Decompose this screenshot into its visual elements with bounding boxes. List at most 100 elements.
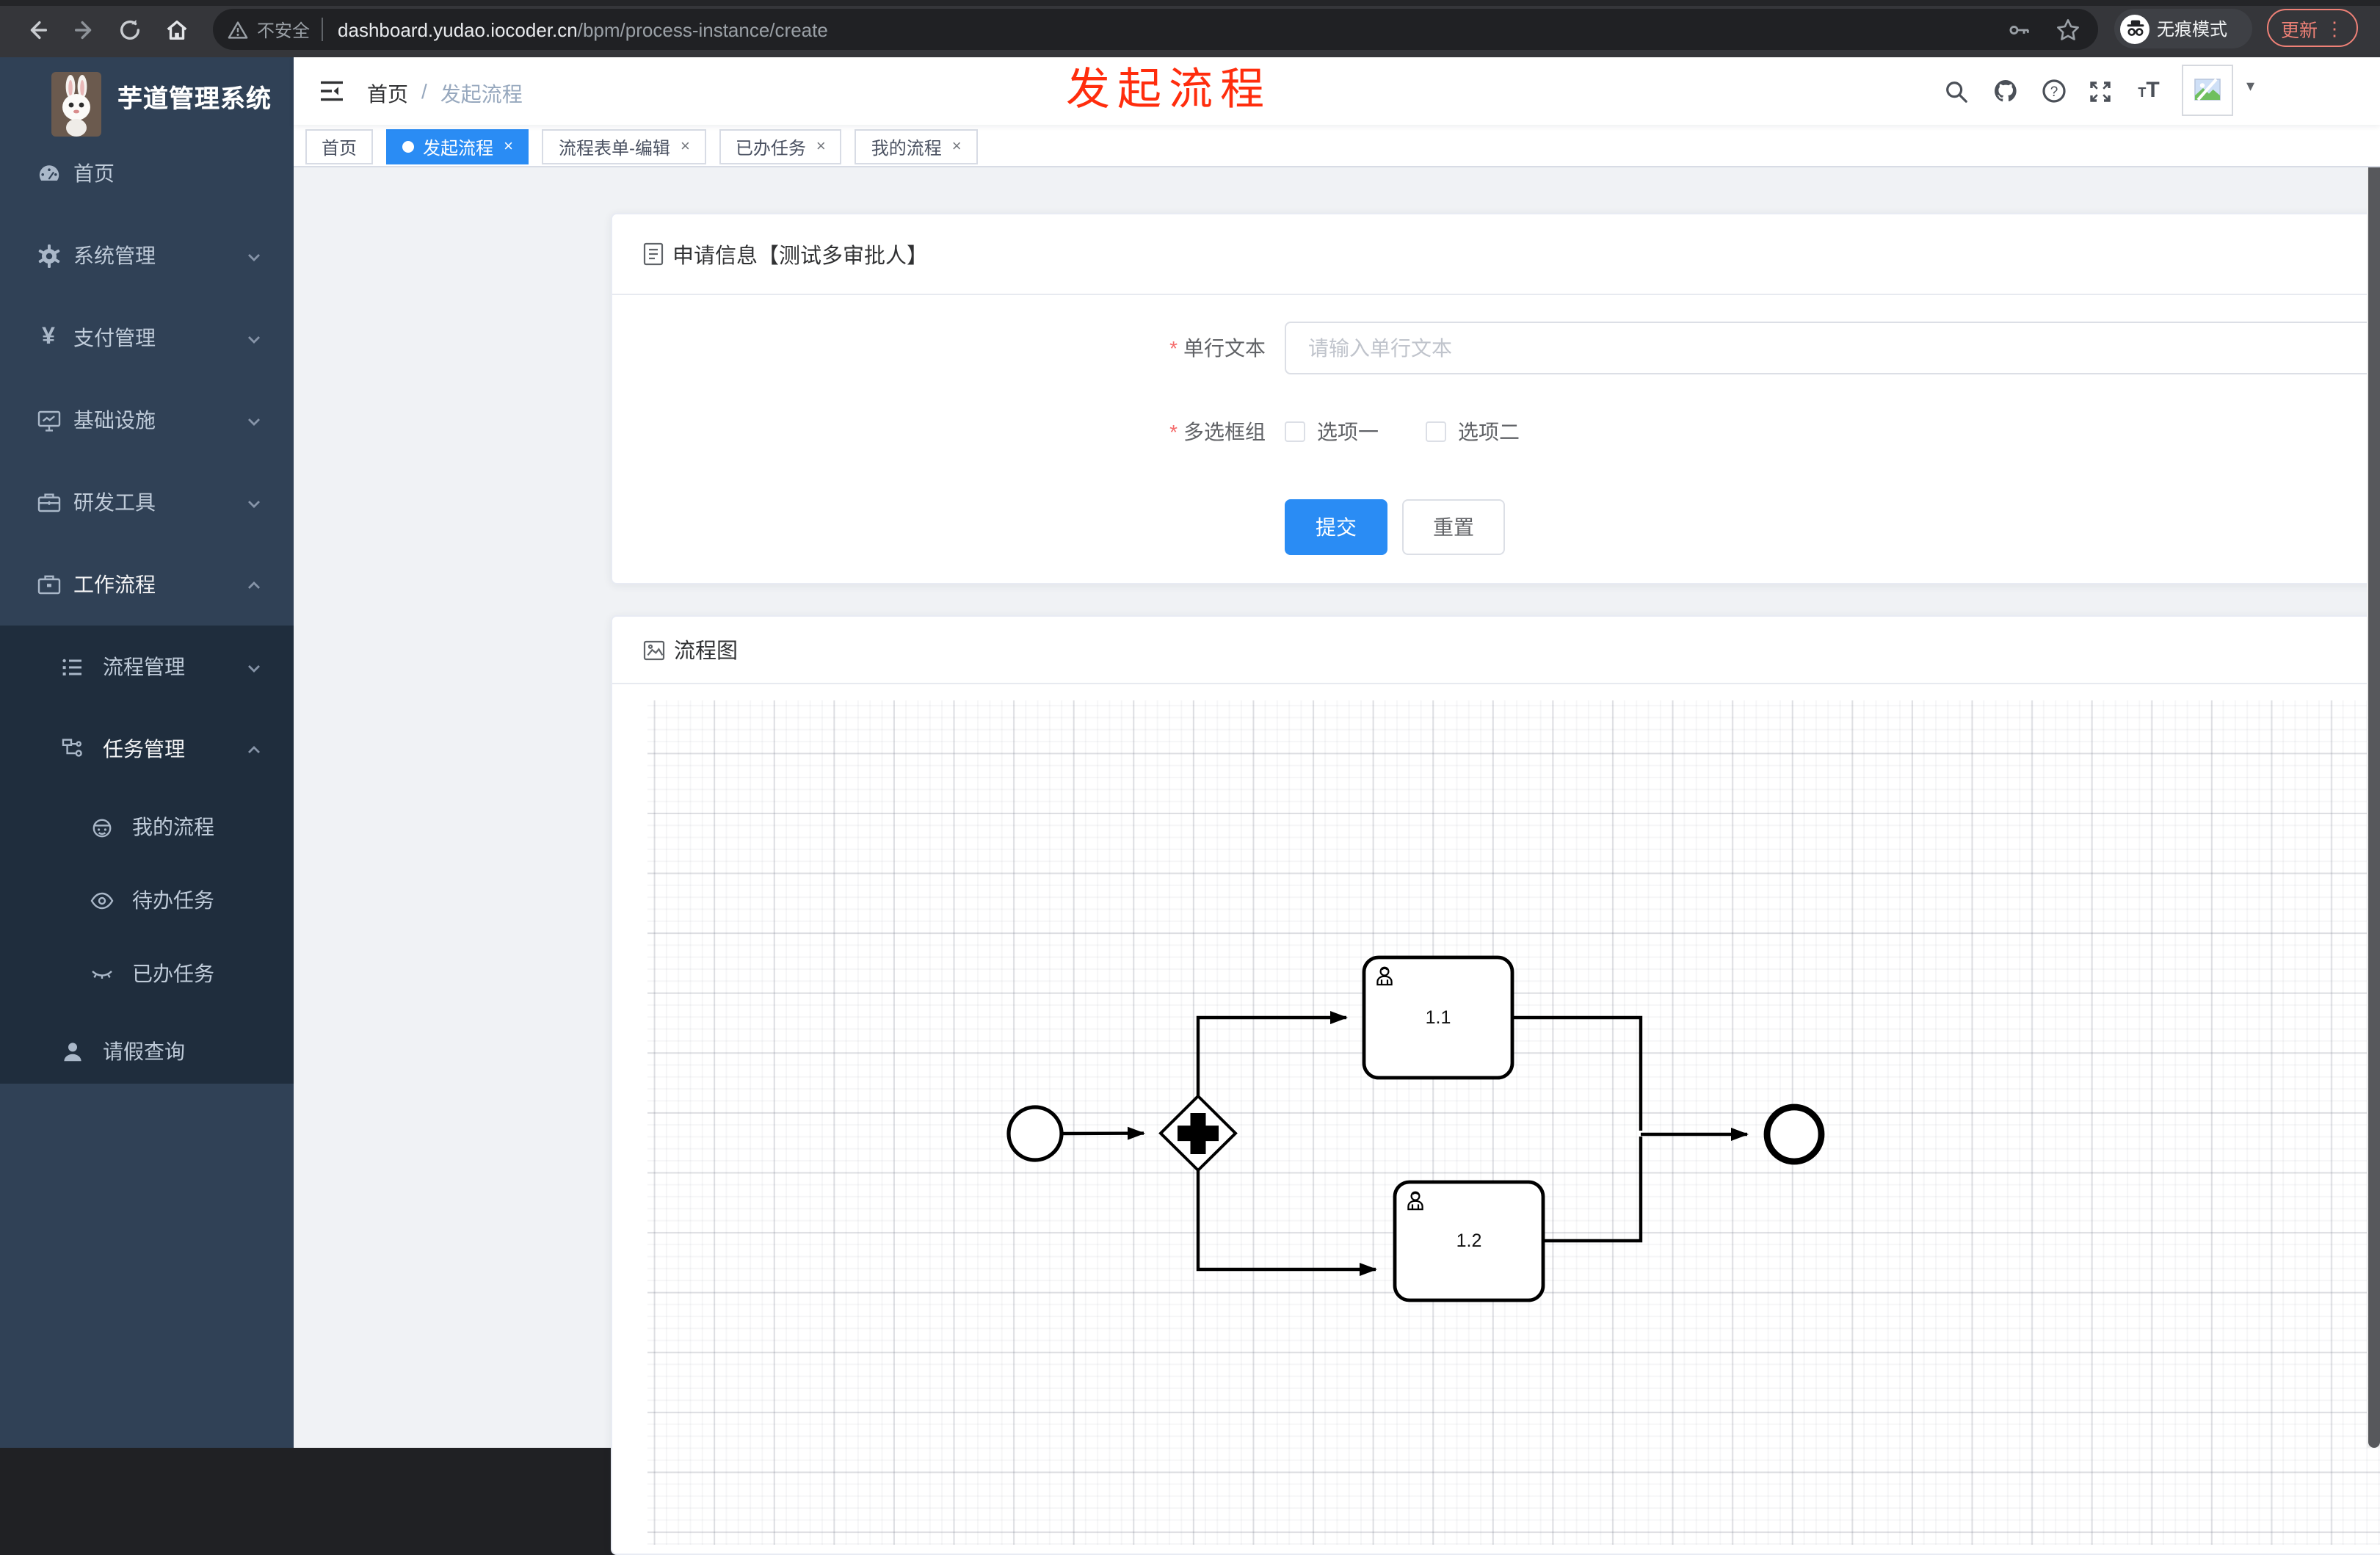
document-icon [643, 242, 664, 266]
reset-button[interactable]: 重置 [1402, 499, 1505, 555]
sidebar-item-system[interactable]: 系统管理 [0, 214, 294, 297]
sidebar-item-process-mgmt[interactable]: 流程管理 [0, 626, 294, 708]
page-title-overlay: 发起流程 [1066, 53, 1271, 117]
caret-down-icon[interactable]: ▾ [2246, 76, 2254, 95]
github-icon[interactable] [1981, 66, 2029, 116]
toolbox-icon [35, 489, 62, 515]
card-header: 流程图 [612, 617, 2380, 684]
url-bar[interactable]: 不安全 dashboard.yudao.iocoder.cn/bpm/proce… [213, 9, 2098, 50]
chevron-down-icon [245, 493, 263, 517]
single-line-text-input[interactable] [1285, 322, 2380, 374]
tab-done-tasks[interactable]: 已办任务 × [719, 129, 842, 164]
bpmn-canvas[interactable]: 1.1 1.2 [647, 700, 2380, 1545]
main-area: 首页 / 发起流程 ? TT ▾ [294, 57, 2380, 1448]
url-host[interactable]: dashboard.yudao.iocoder.cn [338, 18, 578, 40]
yen-icon: ¥ [35, 325, 62, 351]
task-label: 1.2 [1456, 1230, 1482, 1251]
incognito-badge: 无痕模式 [2114, 9, 2252, 48]
sidebar-item-label: 首页 [73, 159, 115, 188]
user-task-1-2: 1.2 [1395, 1182, 1543, 1300]
app-header: 首页 / 发起流程 ? TT ▾ [294, 57, 2380, 125]
breadcrumb-home[interactable]: 首页 [367, 79, 408, 109]
scrollbar-thumb[interactable] [2368, 154, 2380, 1448]
sidebar-item-label: 我的流程 [132, 812, 214, 841]
user-icon [59, 1038, 85, 1065]
task-label: 1.1 [1426, 1007, 1451, 1028]
star-icon[interactable] [2056, 17, 2080, 42]
font-size-icon[interactable]: TT [2125, 66, 2173, 116]
submit-button[interactable]: 提交 [1285, 499, 1387, 555]
browser-chrome: 不安全 dashboard.yudao.iocoder.cn/bpm/proce… [0, 0, 2380, 57]
chevron-up-icon [245, 576, 263, 599]
field-label: *多选框组 [612, 405, 1266, 458]
chevron-down-icon [245, 411, 263, 435]
sidebar-item-task-mgmt[interactable]: 任务管理 [0, 708, 294, 790]
breadcrumb-current: 发起流程 [440, 79, 523, 109]
sidebar-item-done-tasks[interactable]: 已办任务 [0, 937, 294, 1010]
update-label: 更新 [2281, 14, 2318, 42]
chevron-down-icon [245, 329, 263, 352]
security-label[interactable]: 不安全 [257, 17, 310, 42]
back-arrow-icon[interactable] [19, 12, 54, 47]
active-dot [402, 141, 414, 153]
update-button[interactable]: 更新 ⋮ [2267, 9, 2358, 47]
tab-label: 我的流程 [871, 134, 942, 159]
sidebar-item-label: 基础设施 [73, 405, 156, 435]
reload-icon[interactable] [112, 12, 147, 47]
sidebar-item-label: 系统管理 [73, 241, 156, 270]
checkbox-icon[interactable] [1426, 421, 1446, 442]
workflow-submenu: 流程管理 任务管理 我的流程 待办任务 已办任务 请假 [0, 626, 294, 1084]
tabs-bar: 首页 发起流程 × 流程表单-编辑 × 已办任务 × 我的流程 × [294, 125, 2380, 167]
warning-triangle-icon [228, 20, 248, 39]
tab-my-process[interactable]: 我的流程 × [855, 129, 978, 164]
window-top-strip [0, 0, 2380, 6]
forward-arrow-icon[interactable] [66, 12, 101, 47]
checkbox-option-2[interactable]: 选项二 [1426, 405, 1520, 458]
tab-form-edit[interactable]: 流程表单-编辑 × [543, 129, 706, 164]
flow-task1-merge [1512, 1018, 1641, 1131]
incognito-icon [2120, 14, 2149, 43]
apply-info-card: 申请信息【测试多审批人】 选择其它流程 *单行文本 *多选框组 选项一 选项二 … [611, 213, 2380, 584]
chevron-down-icon [245, 247, 263, 270]
collapse-menu-icon[interactable] [317, 76, 347, 106]
app-logo-row[interactable]: 芋道管理系统 [0, 57, 294, 132]
sidebar-item-my-process[interactable]: 我的流程 [0, 790, 294, 863]
key-icon[interactable] [2007, 17, 2032, 42]
tab-home[interactable]: 首页 [305, 129, 373, 164]
help-icon[interactable]: ? [2029, 66, 2078, 116]
close-icon[interactable]: × [952, 139, 962, 155]
close-icon[interactable]: × [504, 139, 513, 155]
fullscreen-icon[interactable] [2076, 66, 2125, 116]
tab-label: 已办任务 [736, 134, 806, 159]
sidebar-item-infra[interactable]: 基础设施 [0, 379, 294, 461]
tab-start-process[interactable]: 发起流程 × [386, 129, 529, 164]
checkbox-option-1[interactable]: 选项一 [1285, 405, 1379, 458]
sidebar-item-label: 已办任务 [132, 959, 214, 988]
kebab-menu-icon[interactable]: ⋮ [2325, 18, 2344, 37]
close-icon[interactable]: × [681, 139, 690, 155]
gear-icon [35, 242, 62, 269]
flow-gateway-task2 [1198, 1170, 1376, 1269]
flow-gateway-task1 [1198, 1018, 1346, 1096]
close-icon[interactable]: × [816, 139, 826, 155]
url-path[interactable]: /bpm/process-instance/create [578, 18, 828, 40]
sidebar: 芋道管理系统 首页 系统管理 ¥ 支付管理 基础设施 研发工具 工作 [0, 57, 294, 1448]
sidebar-item-home[interactable]: 首页 [0, 132, 294, 214]
dashboard-icon [35, 160, 62, 186]
sidebar-item-workflow[interactable]: 工作流程 [0, 543, 294, 626]
avatar[interactable] [2182, 65, 2233, 116]
home-icon[interactable] [159, 12, 194, 47]
sidebar-item-label: 工作流程 [73, 570, 156, 599]
sidebar-item-leave-query[interactable]: 请假查询 [0, 1010, 294, 1092]
sidebar-item-label: 研发工具 [73, 487, 156, 517]
sidebar-item-todo-tasks[interactable]: 待办任务 [0, 863, 294, 937]
page: 不安全 dashboard.yudao.iocoder.cn/bpm/proce… [0, 0, 2380, 1448]
end-event [1767, 1107, 1821, 1161]
sidebar-item-devtools[interactable]: 研发工具 [0, 461, 294, 543]
checkbox-icon[interactable] [1285, 421, 1305, 442]
flow-icon [59, 736, 85, 762]
sidebar-item-label: 请假查询 [103, 1037, 185, 1066]
required-asterisk: * [1169, 336, 1178, 360]
sidebar-item-payment[interactable]: ¥ 支付管理 [0, 297, 294, 379]
search-icon[interactable] [1932, 66, 1981, 116]
